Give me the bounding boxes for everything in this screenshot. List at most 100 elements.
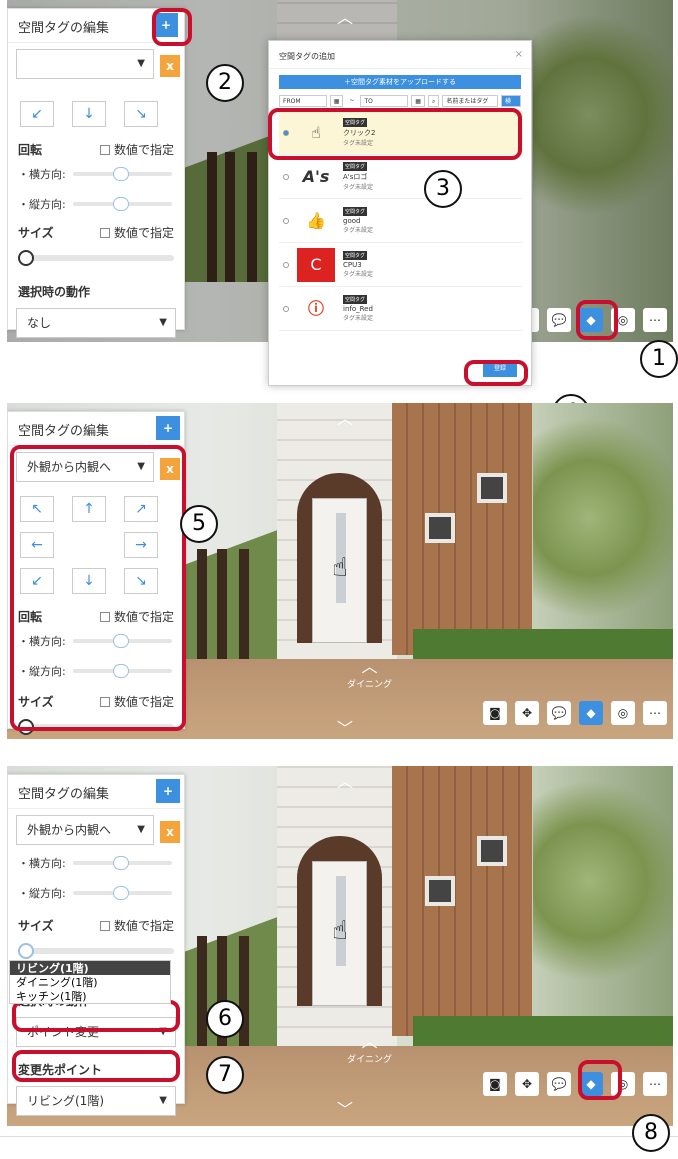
compass-icon[interactable]: ◎ (611, 701, 635, 725)
nav-up-icon[interactable]: ︿ (337, 405, 353, 429)
direction-select[interactable]: 外観から内観へ ▼ (16, 815, 154, 845)
size-numeric-checkbox[interactable]: 数値で指定 (99, 224, 174, 241)
size-slider[interactable] (18, 249, 174, 267)
arrow-down-right-button[interactable]: ↘ (124, 101, 158, 127)
size-numeric-checkbox[interactable]: 数値で指定 (99, 917, 174, 934)
highlight-save (464, 360, 528, 386)
callout-2: 2 (206, 64, 244, 102)
tag-edit-panel: 空間タグの編集 + ▼ x ↙ ↓ ↘ 回転 数値で指定 ・横方向: ・縦方向: … (7, 8, 185, 338)
callout-7: 7 (206, 1056, 244, 1094)
vertical-slider[interactable] (113, 886, 129, 900)
highlight-item (268, 108, 522, 160)
dropdown-option[interactable]: リビング(1階) (10, 961, 170, 975)
tag-icon[interactable]: ◆ (579, 701, 603, 725)
name-search-input[interactable]: 名前またはタグでも (442, 95, 499, 116)
comment-icon[interactable]: 💬 (547, 308, 571, 332)
comment-icon[interactable]: 💬 (547, 1072, 571, 1096)
calendar-icon[interactable]: ▦ (329, 95, 344, 107)
window (425, 513, 455, 543)
target-select[interactable]: リビング(1階) ▼ (16, 1086, 176, 1116)
add-tag-button[interactable]: + (156, 416, 180, 440)
clear-button[interactable]: x (160, 55, 180, 77)
window (425, 876, 455, 906)
vertical-slider[interactable] (113, 197, 129, 211)
horizontal-slider[interactable] (113, 856, 129, 870)
nav-up-icon[interactable]: ︿ (337, 4, 353, 28)
highlight-on-select (12, 1000, 180, 1032)
hand-icon[interactable]: ☝ (332, 916, 348, 946)
callout-8: 8 (632, 1114, 670, 1152)
chevron-down-icon: ▼ (137, 58, 145, 69)
dining-nav[interactable]: ︿ ダイニング (347, 1028, 392, 1065)
list-item[interactable]: 👍 空間タグ good タグ未設定 (279, 199, 523, 243)
arrow-down-button[interactable]: ↓ (72, 101, 106, 127)
camera-icon[interactable]: ◙ (483, 701, 507, 725)
scene-tree (533, 403, 673, 633)
close-icon[interactable]: × (515, 49, 523, 60)
from-input[interactable]: FROM (279, 95, 327, 107)
callout-6: 6 (206, 1000, 244, 1038)
search-icon[interactable]: ⌕ (427, 95, 440, 107)
more-icon[interactable]: ⋯ (643, 1072, 667, 1096)
size-label: サイズ (18, 226, 54, 240)
rotation-numeric-checkbox[interactable]: 数値で指定 (99, 141, 174, 158)
thumbs-up-icon: 👍 (306, 210, 326, 230)
list-item[interactable]: ⓘ 空間タグ info_Red タグ未設定 (279, 287, 523, 331)
list-item[interactable]: C 空間タグ CPU3 タグ未設定 (279, 243, 523, 287)
target-dropdown: リビング(1階) ダイニング(1階) キッチン(1階) (9, 960, 171, 1004)
on-select-select[interactable]: なし ▼ (16, 308, 176, 338)
horizontal-slider[interactable] (113, 167, 129, 181)
calendar-icon[interactable]: ▦ (411, 95, 425, 107)
arrow-down-left-button[interactable]: ↙ (20, 101, 54, 127)
list-item[interactable]: A's 空間タグ A'sロゴ タグ未設定 (279, 155, 523, 199)
comment-icon[interactable]: 💬 (547, 701, 571, 725)
dropdown-option[interactable]: キッチン(1階) (10, 989, 170, 1003)
logo-icon: A's (302, 166, 330, 186)
add-tag-modal: 空間タグの追加 × ＋空間タグ素材をアップロードする FROM ▦ ~ TO ▦ … (268, 40, 532, 386)
scene-wall-wood (392, 766, 532, 1036)
radio[interactable] (283, 173, 289, 180)
to-input[interactable]: TO (360, 95, 409, 107)
camera-icon[interactable]: ◙ (483, 1072, 507, 1096)
size-slider[interactable] (18, 942, 174, 960)
move-icon[interactable]: ✥ (515, 701, 539, 725)
chevron-down-icon: ▼ (159, 317, 167, 328)
dining-nav[interactable]: ︿ ダイニング (347, 653, 392, 690)
highlight-panel (10, 445, 186, 731)
chevron-down-icon: ▼ (159, 1095, 167, 1106)
info-icon: ⓘ (307, 298, 324, 318)
nav-up-icon[interactable]: ︿ (337, 768, 353, 792)
vertical-label: ・縦方向: (18, 887, 66, 900)
dropdown-option[interactable]: ダイニング(1階) (10, 975, 170, 989)
callout-1: 1 (640, 340, 678, 378)
direction-select[interactable]: ▼ (16, 49, 154, 79)
window (477, 473, 507, 503)
divider (0, 1136, 678, 1137)
radio[interactable] (283, 217, 289, 224)
search-button[interactable]: 検索 (501, 95, 521, 116)
move-icon[interactable]: ✥ (515, 1072, 539, 1096)
on-select-label: 選択時の動作 (18, 285, 91, 299)
more-icon[interactable]: ⋯ (643, 308, 667, 332)
horizontal-label: ・横方向: (18, 168, 66, 181)
highlight-tag (576, 300, 618, 340)
hand-icon[interactable]: ☝ (332, 553, 348, 583)
vertical-label: ・縦方向: (18, 198, 66, 211)
nav-down-icon[interactable]: ﹀ (337, 715, 353, 739)
scene-toolbar: ◙ ✥ 💬 ◆ ◎ ⋯ (483, 701, 667, 725)
radio[interactable] (283, 305, 289, 312)
modal-title: 空間タグの追加 (279, 52, 335, 61)
more-icon[interactable]: ⋯ (643, 701, 667, 725)
window (477, 836, 507, 866)
size-label: サイズ (18, 919, 54, 933)
cpu-icon: C (297, 247, 335, 282)
rotation-label: 回転 (18, 143, 43, 157)
scene-wall-wood (392, 403, 532, 655)
clear-button[interactable]: x (160, 821, 180, 843)
nav-down-icon[interactable]: ﹀ (337, 1096, 353, 1120)
radio[interactable] (283, 261, 289, 268)
callout-5: 5 (180, 505, 218, 543)
add-tag-button[interactable]: + (156, 779, 180, 803)
highlight-add (152, 8, 192, 46)
upload-button[interactable]: ＋空間タグ素材をアップロードする (279, 75, 521, 89)
